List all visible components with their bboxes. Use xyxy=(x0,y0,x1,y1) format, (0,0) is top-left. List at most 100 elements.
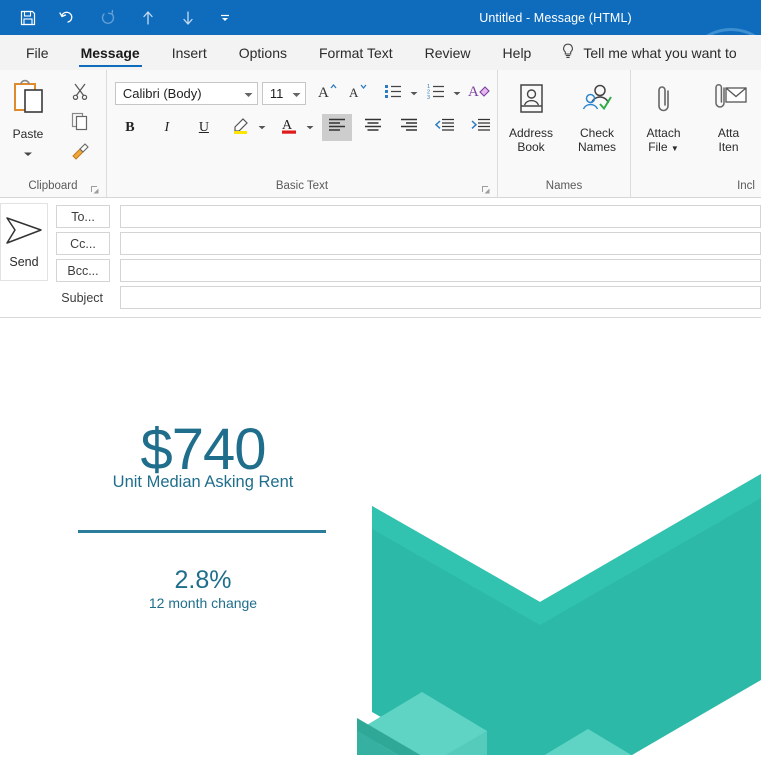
arrow-up-icon[interactable] xyxy=(128,0,168,35)
cc-input[interactable] xyxy=(120,232,761,255)
tell-me-label: Tell me what you want to xyxy=(583,44,737,61)
bcc-row: Bcc... xyxy=(56,259,761,282)
tab-review[interactable]: Review xyxy=(409,35,487,70)
save-icon[interactable] xyxy=(8,0,48,35)
attach-file-label-line2: File ▼ xyxy=(648,140,679,154)
subject-row: Subject xyxy=(56,286,761,309)
sub-stat-label: 12 month change xyxy=(148,595,258,611)
decrease-indent-icon xyxy=(434,117,456,138)
attach-file-button[interactable]: Attach File ▼ xyxy=(631,74,696,156)
underline-button[interactable]: U xyxy=(189,114,219,141)
font-name-dropdown-caret[interactable] xyxy=(244,86,253,101)
attach-file-label-line1: Attach xyxy=(646,126,681,140)
address-book-icon xyxy=(513,82,549,123)
paste-dropdown-caret[interactable] xyxy=(23,144,33,162)
check-names-button[interactable]: Check Names xyxy=(564,74,630,154)
font-color-dropdown-caret[interactable] xyxy=(304,114,317,141)
check-names-label-line2: Names xyxy=(577,140,616,154)
font-color-button[interactable]: A xyxy=(274,114,304,141)
ribbon-group-names: Address Book Check Names Names xyxy=(498,70,631,197)
group-label-basic-text: Basic Text xyxy=(275,180,329,192)
align-right-button[interactable] xyxy=(394,114,424,141)
to-button[interactable]: To... xyxy=(56,205,110,228)
align-right-icon xyxy=(399,117,419,138)
attach-item-label-line2: Iten xyxy=(718,140,739,154)
attach-item-button[interactable]: Atta Iten xyxy=(696,74,761,154)
paste-label: Paste xyxy=(12,127,44,141)
chevron-down-icon[interactable] xyxy=(208,0,242,35)
bold-label: B xyxy=(125,119,135,135)
title-bar: Untitled - Message (HTML) xyxy=(0,0,761,35)
clear-formatting-button[interactable]: A xyxy=(464,80,494,107)
ribbon-group-include: Attach File ▼ Atta Iten Incl xyxy=(631,70,761,197)
decrease-indent-button[interactable] xyxy=(430,114,460,141)
text-highlight-button[interactable] xyxy=(226,114,256,141)
ribbon-tab-bar: File Message Insert Options Format Text … xyxy=(0,35,761,70)
numbered-list-icon: 123 xyxy=(426,82,446,105)
tab-options[interactable]: Options xyxy=(223,35,303,70)
to-input[interactable] xyxy=(120,205,761,228)
attach-item-label-line1: Atta xyxy=(717,126,740,140)
tab-file[interactable]: File xyxy=(10,35,65,70)
highlight-dropdown-caret[interactable] xyxy=(256,114,269,141)
underline-label: U xyxy=(198,119,209,135)
ribbon-group-basic-text: Calibri (Body) 11 A A 1 2 3 A B I U A Ba… xyxy=(107,70,498,197)
copy-button[interactable] xyxy=(70,110,90,136)
tab-help[interactable]: Help xyxy=(487,35,548,70)
send-button[interactable]: Send xyxy=(0,203,48,281)
bullets-button[interactable] xyxy=(378,80,408,107)
italic-label: I xyxy=(164,119,170,135)
cc-button[interactable]: Cc... xyxy=(56,232,110,255)
svg-text:A: A xyxy=(318,85,329,101)
group-label-names: Names xyxy=(545,180,583,192)
format-painter-button[interactable] xyxy=(70,140,90,166)
numbering-dropdown-caret[interactable] xyxy=(451,80,464,107)
font-name-value: Calibri (Body) xyxy=(122,86,202,101)
clipboard-dialog-launcher[interactable] xyxy=(90,182,100,194)
shrink-font-button[interactable]: A xyxy=(342,80,372,107)
align-left-button[interactable] xyxy=(321,114,352,141)
font-size-input[interactable]: 11 xyxy=(261,82,306,105)
send-arrow-icon xyxy=(4,215,44,252)
address-book-button[interactable]: Address Book xyxy=(498,74,564,154)
paste-button[interactable]: Paste xyxy=(0,74,56,162)
tab-format-text[interactable]: Format Text xyxy=(303,35,409,70)
rent-infographic xyxy=(357,474,761,755)
bullets-dropdown-caret[interactable] xyxy=(408,80,421,107)
attach-file-dropdown-caret[interactable]: ▼ xyxy=(671,144,679,153)
subject-input[interactable] xyxy=(120,286,761,309)
cc-row: Cc... xyxy=(56,232,761,255)
ribbon: Paste Clipboard Calibri (Body) 11 A A 1 … xyxy=(0,70,761,198)
font-size-value: 11 xyxy=(269,86,284,101)
tab-message[interactable]: Message xyxy=(65,35,156,70)
grow-font-button[interactable]: A xyxy=(312,80,342,107)
align-left-icon xyxy=(327,117,347,138)
address-book-label-line1: Address xyxy=(508,126,554,140)
check-names-label-line1: Check xyxy=(579,126,614,140)
numbering-button[interactable]: 123 xyxy=(421,80,451,107)
grow-font-icon: A xyxy=(316,81,338,106)
font-name-input[interactable]: Calibri (Body) xyxy=(114,82,258,105)
to-row: To... xyxy=(56,205,761,228)
svg-text:3: 3 xyxy=(427,95,430,100)
primary-stat: $740 Unit Median Asking Rent xyxy=(78,421,328,492)
tab-insert[interactable]: Insert xyxy=(156,35,223,70)
bcc-input[interactable] xyxy=(120,259,761,282)
increase-indent-button[interactable] xyxy=(466,114,496,141)
tell-me-search[interactable]: Tell me what you want to xyxy=(547,35,737,70)
clear-formatting-icon: A xyxy=(467,81,491,106)
message-body[interactable]: $740 Unit Median Asking Rent 2.8% 12 mon… xyxy=(0,318,761,755)
italic-button[interactable]: I xyxy=(152,114,182,141)
arrow-down-icon[interactable] xyxy=(168,0,208,35)
bcc-button[interactable]: Bcc... xyxy=(56,259,110,282)
cut-button[interactable] xyxy=(70,80,90,106)
align-center-button[interactable] xyxy=(358,114,388,141)
undo-icon[interactable] xyxy=(48,0,88,35)
compose-header: Send To... Cc... Bcc... Subject xyxy=(0,198,761,318)
recipient-fields: To... Cc... Bcc... Subject xyxy=(56,203,761,317)
sub-stat-value: 2.8% xyxy=(174,566,232,594)
ribbon-group-clipboard: Paste Clipboard xyxy=(0,70,107,197)
bold-button[interactable]: B xyxy=(115,114,145,141)
font-size-dropdown-caret[interactable] xyxy=(292,86,301,101)
basic-text-dialog-launcher[interactable] xyxy=(481,182,491,194)
